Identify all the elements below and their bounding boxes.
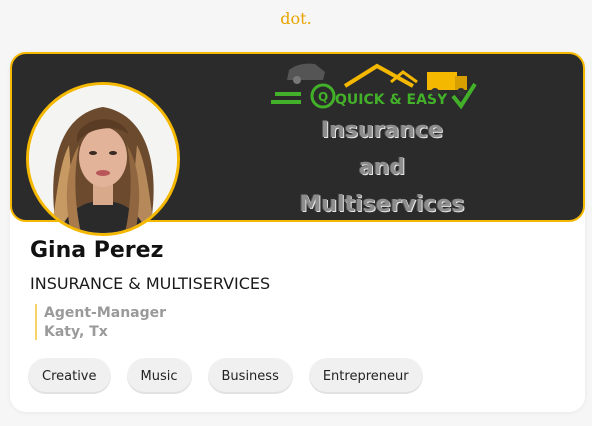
profile-location: Katy, Tx: [44, 324, 108, 340]
tag-music[interactable]: Music: [126, 358, 192, 394]
banner-line-1: Insurance: [321, 118, 443, 143]
person-photo: [29, 85, 177, 233]
quick-easy-logo: Q QUICK & EASY: [271, 63, 477, 110]
svg-text:QUICK & EASY: QUICK & EASY: [335, 92, 448, 108]
dot-logo[interactable]: dot.: [0, 9, 592, 28]
svg-text:Q: Q: [318, 90, 328, 104]
tag-list: Creative Music Business Entrepreneur: [28, 358, 423, 394]
banner-line-2: and: [358, 155, 406, 180]
profile-card: Q QUICK & EASY Insurance and Multiservic…: [10, 52, 585, 412]
avatar: [26, 82, 180, 236]
tag-entrepreneur[interactable]: Entrepreneur: [308, 358, 423, 394]
profile-company: INSURANCE & MULTISERVICES: [30, 274, 271, 293]
tag-business[interactable]: Business: [207, 358, 293, 394]
profile-details: Agent-Manager Katy, Tx: [35, 304, 166, 340]
profile-name: Gina Perez: [30, 238, 164, 263]
banner-heading: Insurance and Multiservices: [282, 112, 482, 220]
banner-line-3: Multiservices: [299, 192, 465, 217]
profile-job-title: Agent-Manager: [44, 305, 167, 321]
tag-creative[interactable]: Creative: [28, 358, 111, 394]
